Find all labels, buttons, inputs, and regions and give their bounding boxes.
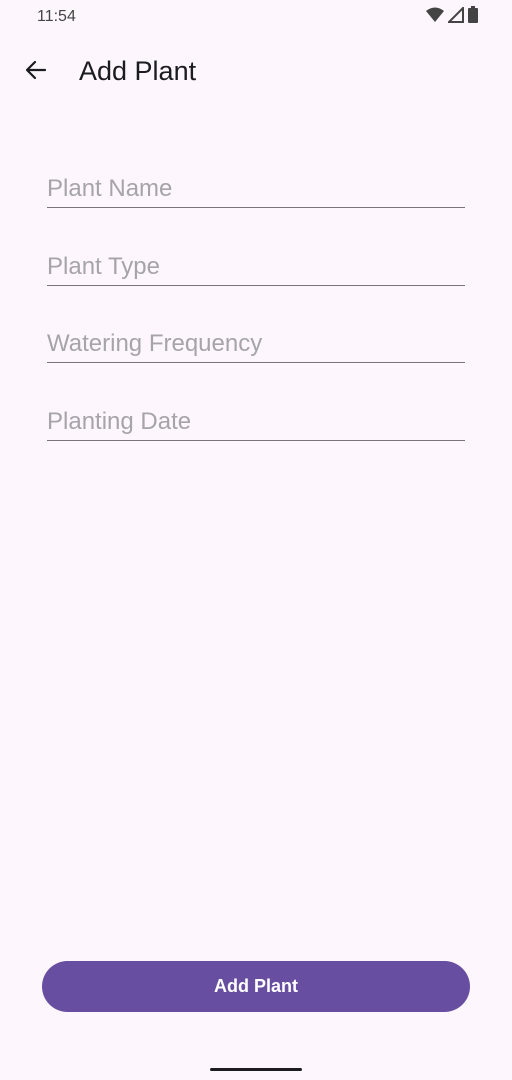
plant-type-input[interactable]	[47, 253, 465, 281]
plant-type-field[interactable]	[47, 238, 465, 286]
back-button[interactable]	[12, 48, 60, 96]
status-icons	[426, 5, 478, 28]
signal-icon	[446, 5, 464, 28]
planting-date-input[interactable]	[47, 408, 465, 436]
plant-name-input[interactable]	[47, 175, 465, 203]
top-app-bar: Add Plant	[0, 42, 512, 106]
status-time: 11:54	[37, 8, 76, 25]
gesture-nav-handle	[210, 1068, 302, 1071]
watering-frequency-field[interactable]	[47, 315, 465, 363]
add-plant-button[interactable]: Add Plant	[42, 961, 470, 1012]
planting-date-field[interactable]	[47, 393, 465, 441]
page-title: Add Plant	[79, 56, 197, 86]
plant-name-field[interactable]	[47, 160, 465, 208]
wifi-icon	[426, 7, 444, 28]
battery-icon	[468, 6, 478, 28]
arrow-back-icon	[24, 58, 48, 87]
status-bar: 11:54	[0, 0, 512, 34]
watering-frequency-input[interactable]	[47, 330, 465, 358]
